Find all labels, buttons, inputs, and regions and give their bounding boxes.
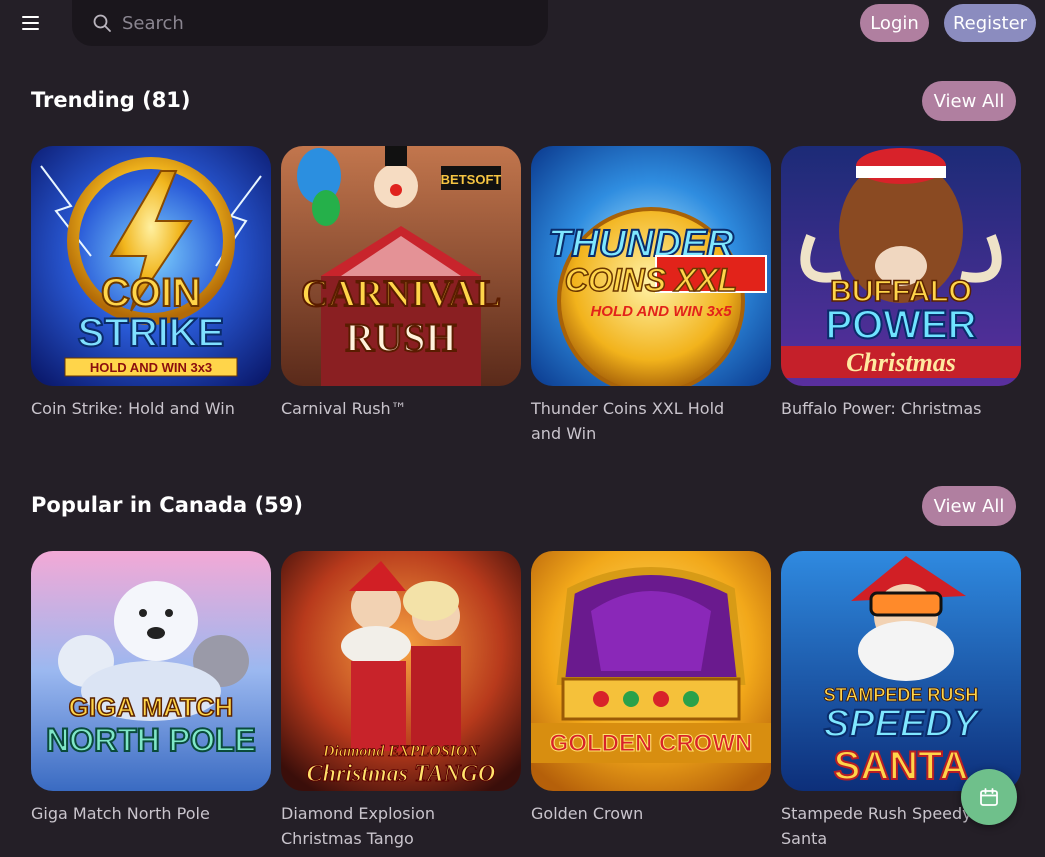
svg-text:POWER: POWER	[825, 303, 976, 347]
svg-text:COIN: COIN	[101, 271, 201, 315]
calendar-button[interactable]	[961, 769, 1017, 825]
page: Login Register Trending (81) View All	[0, 0, 1045, 857]
game-title: Giga Match North Pole	[31, 804, 210, 823]
svg-text:Diamond EXPLOSION: Diamond EXPLOSION	[322, 743, 480, 760]
game-title: Carnival Rush™	[281, 399, 407, 418]
login-button[interactable]: Login	[860, 4, 929, 42]
svg-text:COINS XXL: COINS XXL	[565, 262, 737, 298]
svg-text:SPEEDY: SPEEDY	[824, 703, 982, 745]
register-button[interactable]: Register	[944, 4, 1036, 42]
game-card[interactable]: GOLDEN CROWN Golden Crown	[531, 551, 771, 826]
game-card[interactable]: Diamond EXPLOSION Christmas TANGO Diamon…	[281, 551, 521, 851]
game-card[interactable]: BETSOFT CARNIVAL RUSH Carnival Rush™	[281, 146, 521, 421]
game-thumbnail: STAMPEDE RUSH SPEEDY SANTA	[781, 551, 1021, 791]
game-title: Coin Strike: Hold and Win	[31, 399, 235, 418]
game-title: Thunder Coins XXL Hold and Win	[531, 399, 725, 443]
svg-text:GOLDEN CROWN: GOLDEN CROWN	[550, 730, 753, 757]
svg-text:STRIKE: STRIKE	[78, 311, 225, 355]
search-icon	[93, 14, 111, 32]
svg-text:NORTH POLE: NORTH POLE	[46, 722, 256, 758]
game-card[interactable]: BUFFALO POWER Christmas Buffalo Power: C…	[781, 146, 1021, 421]
header: Login Register	[0, 0, 1045, 46]
game-thumbnail: COIN STRIKE HOLD AND WIN 3x3	[31, 146, 271, 386]
search-bar[interactable]	[72, 0, 548, 46]
game-card[interactable]: THUNDER COINS XXL HOLD AND WIN 3x5 Thund…	[531, 146, 771, 446]
section-title: Popular in Canada (59)	[31, 493, 303, 517]
svg-text:HOLD AND WIN 3x3: HOLD AND WIN 3x3	[90, 360, 212, 375]
svg-text:SANTA: SANTA	[834, 744, 969, 788]
search-input[interactable]	[122, 12, 522, 34]
svg-text:HOLD AND WIN 3x5: HOLD AND WIN 3x5	[590, 303, 732, 320]
game-title: Buffalo Power: Christmas	[781, 399, 982, 418]
view-all-button[interactable]: View All	[922, 486, 1016, 526]
game-thumbnail: BETSOFT CARNIVAL RUSH	[281, 146, 521, 386]
game-thumbnail: GIGA MATCH NORTH POLE	[31, 551, 271, 791]
view-all-button[interactable]: View All	[922, 81, 1016, 121]
game-thumbnail: BUFFALO POWER Christmas	[781, 146, 1021, 386]
svg-text:GIGA MATCH: GIGA MATCH	[69, 692, 234, 722]
game-title: Golden Crown	[531, 804, 644, 823]
svg-text:CARNIVAL: CARNIVAL	[301, 273, 501, 315]
game-thumbnail: Diamond EXPLOSION Christmas TANGO	[281, 551, 521, 791]
svg-text:RUSH: RUSH	[345, 315, 456, 360]
calendar-icon	[980, 788, 998, 806]
svg-text:BETSOFT: BETSOFT	[441, 172, 502, 187]
game-title: Diamond Explosion Christmas Tango	[281, 804, 436, 848]
svg-text:Christmas: Christmas	[846, 348, 956, 377]
svg-text:STAMPEDE RUSH: STAMPEDE RUSH	[824, 685, 979, 705]
game-card[interactable]: COIN STRIKE HOLD AND WIN 3x3 Coin Strike…	[31, 146, 271, 421]
game-thumbnail: GOLDEN CROWN	[531, 551, 771, 791]
game-thumbnail: THUNDER COINS XXL HOLD AND WIN 3x5	[531, 146, 771, 386]
hamburger-icon[interactable]	[14, 8, 46, 38]
game-card[interactable]: GIGA MATCH NORTH POLE Giga Match North P…	[31, 551, 271, 826]
section-title: Trending (81)	[31, 88, 191, 112]
svg-text:Christmas TANGO: Christmas TANGO	[307, 761, 496, 787]
